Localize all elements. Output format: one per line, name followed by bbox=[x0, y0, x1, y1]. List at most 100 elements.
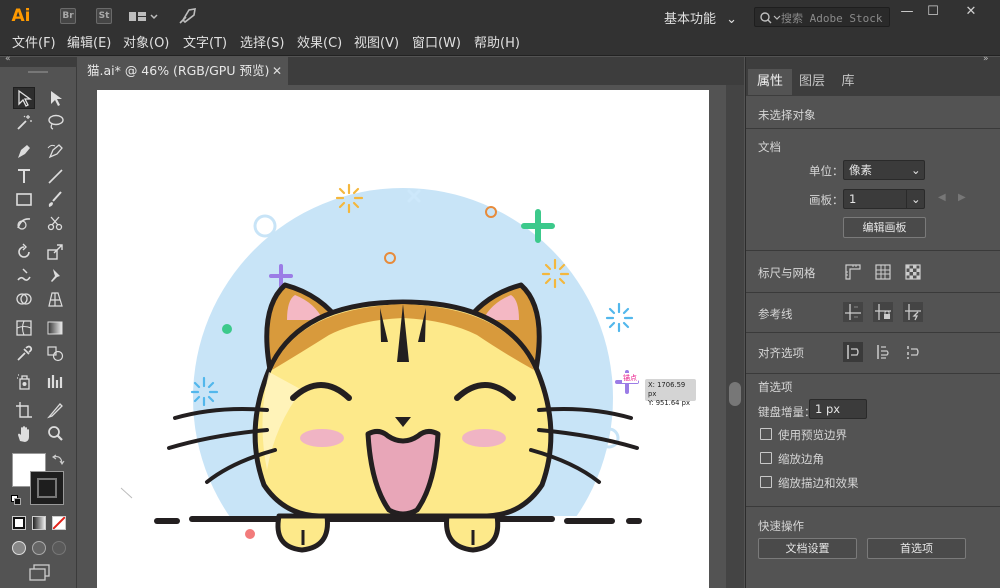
menu-type[interactable]: 文字(T) bbox=[183, 33, 227, 56]
scale-strokes-effects-checkbox[interactable] bbox=[760, 476, 772, 488]
stock-search-field[interactable]: 搜索 Adobe Stock bbox=[754, 7, 890, 27]
preferences-button[interactable]: 首选项 bbox=[867, 538, 966, 559]
screen-mode-icon[interactable] bbox=[28, 564, 52, 582]
keyboard-increment-value: 1 px bbox=[815, 402, 841, 416]
edit-artboards-button[interactable]: 编辑画板 bbox=[843, 217, 926, 238]
zoom-tool[interactable] bbox=[44, 423, 66, 445]
stroke-swatch[interactable] bbox=[30, 471, 64, 505]
document-setup-button[interactable]: 文档设置 bbox=[758, 538, 857, 559]
stock-button[interactable]: St bbox=[96, 8, 112, 24]
paintbrush-tool[interactable] bbox=[44, 188, 66, 210]
default-colors-icon[interactable] bbox=[11, 495, 21, 505]
smart-guides-button[interactable] bbox=[903, 302, 923, 322]
workspace-switcher[interactable]: 基本功能 ⌄ bbox=[664, 8, 737, 27]
scale-icon bbox=[47, 244, 63, 260]
lasso-icon bbox=[48, 114, 64, 130]
pin-icon bbox=[51, 269, 60, 282]
warp-tool[interactable] bbox=[13, 264, 35, 286]
bridge-button[interactable]: Br bbox=[60, 8, 76, 24]
draw-behind-button[interactable] bbox=[32, 541, 46, 555]
gpu-performance-button[interactable] bbox=[177, 6, 197, 26]
gradient-tool[interactable] bbox=[44, 317, 66, 339]
arrange-documents-button[interactable] bbox=[128, 9, 158, 25]
menu-effect[interactable]: 效果(C) bbox=[297, 33, 342, 56]
toggle-transparency-grid-button[interactable] bbox=[903, 262, 923, 282]
mesh-tool[interactable] bbox=[13, 317, 35, 339]
shape-builder-tool[interactable] bbox=[13, 288, 35, 310]
align-to-pixel-grid-button[interactable] bbox=[843, 342, 863, 362]
toggle-grid-button[interactable] bbox=[873, 262, 893, 282]
document-tab[interactable]: 猫.ai* @ 46% (RGB/GPU 预览) ✕ bbox=[78, 57, 288, 85]
hand-tool[interactable] bbox=[13, 423, 35, 445]
line-segment-tool[interactable] bbox=[44, 165, 66, 187]
lock-guides-button[interactable] bbox=[873, 302, 893, 322]
artboard-tool[interactable] bbox=[13, 399, 35, 421]
use-preview-bounds-checkbox[interactable] bbox=[760, 428, 772, 440]
scissors-icon bbox=[47, 216, 63, 231]
expand-icon[interactable]: » bbox=[983, 54, 989, 64]
draw-normal-button[interactable] bbox=[12, 541, 26, 555]
toggle-guides-button[interactable] bbox=[843, 302, 863, 322]
artboard[interactable] bbox=[97, 90, 709, 588]
lasso-tool[interactable] bbox=[44, 111, 66, 133]
draw-inside-button[interactable] bbox=[52, 541, 66, 555]
rectangle-icon bbox=[16, 193, 32, 206]
menu-view[interactable]: 视图(V) bbox=[354, 33, 399, 56]
menu-window[interactable]: 窗口(W) bbox=[412, 33, 461, 56]
close-tab-icon[interactable]: ✕ bbox=[272, 57, 282, 85]
scale-tool[interactable] bbox=[44, 241, 66, 263]
slice-tool[interactable] bbox=[44, 399, 66, 421]
collapse-icon[interactable]: « bbox=[5, 54, 11, 64]
ruler-icon bbox=[845, 264, 861, 280]
minimize-button[interactable]: — bbox=[894, 4, 920, 20]
curvature-tool[interactable] bbox=[44, 140, 66, 162]
maximize-button[interactable]: ☐ bbox=[920, 4, 946, 20]
toolbox-grip[interactable] bbox=[28, 71, 48, 73]
perspective-grid-tool[interactable] bbox=[44, 288, 66, 310]
tab-layers[interactable]: 图层 bbox=[794, 69, 830, 95]
shaper-tool[interactable] bbox=[13, 212, 35, 234]
document-section-title: 文档 bbox=[758, 140, 781, 154]
units-dropdown[interactable]: 像素 ⌄ bbox=[843, 160, 925, 180]
menu-select[interactable]: 选择(S) bbox=[240, 33, 284, 56]
menu-edit[interactable]: 编辑(E) bbox=[67, 33, 111, 56]
artboard-select[interactable]: 1 ⌄ bbox=[843, 189, 925, 209]
direct-selection-tool[interactable] bbox=[44, 87, 66, 109]
gradient-mode-button[interactable] bbox=[32, 516, 46, 530]
menu-help[interactable]: 帮助(H) bbox=[474, 33, 520, 56]
previous-artboard-icon[interactable]: ◀ bbox=[938, 192, 946, 203]
align-options-section bbox=[746, 332, 1000, 333]
pen-tool[interactable] bbox=[13, 140, 35, 162]
symbol-sprayer-tool[interactable] bbox=[13, 370, 35, 392]
snap-to-pixel-button[interactable] bbox=[903, 342, 923, 362]
canvas-area[interactable]: 锚点 X: 1706.59 px Y: 951.64 px bbox=[78, 85, 726, 588]
eyedropper-tool[interactable] bbox=[13, 342, 35, 364]
blend-tool[interactable] bbox=[44, 342, 66, 364]
line-icon bbox=[48, 169, 63, 184]
color-mode-button[interactable] bbox=[12, 516, 26, 530]
tab-properties[interactable]: 属性 bbox=[748, 69, 792, 95]
keyboard-increment-input[interactable]: 1 px bbox=[809, 399, 867, 419]
close-window-button[interactable]: ✕ bbox=[958, 4, 984, 20]
next-artboard-icon[interactable]: ▶ bbox=[958, 192, 966, 203]
menu-file[interactable]: 文件(F) bbox=[12, 33, 56, 56]
scissors-tool[interactable] bbox=[44, 212, 66, 234]
type-tool[interactable] bbox=[13, 165, 35, 187]
puppet-warp-tool[interactable] bbox=[44, 264, 66, 286]
magic-wand-tool[interactable] bbox=[13, 111, 35, 133]
column-graph-tool[interactable] bbox=[44, 370, 66, 392]
selection-tool[interactable] bbox=[13, 87, 35, 109]
scale-corners-checkbox[interactable] bbox=[760, 452, 772, 464]
rectangle-tool[interactable] bbox=[13, 188, 35, 210]
vertical-scrollbar[interactable] bbox=[726, 85, 744, 588]
menu-object[interactable]: 对象(O) bbox=[123, 33, 169, 56]
scrollbar-thumb[interactable] bbox=[729, 382, 741, 406]
rotate-tool[interactable] bbox=[13, 241, 35, 263]
toggle-rulers-button[interactable] bbox=[843, 262, 863, 282]
tab-libraries[interactable]: 库 bbox=[834, 69, 862, 95]
none-mode-button[interactable] bbox=[52, 516, 66, 530]
toolbox-header: « bbox=[0, 54, 77, 67]
align-art-to-pixel-button[interactable] bbox=[873, 342, 893, 362]
tools-panel: « bbox=[0, 54, 77, 588]
swap-fill-stroke-icon[interactable] bbox=[51, 453, 65, 467]
